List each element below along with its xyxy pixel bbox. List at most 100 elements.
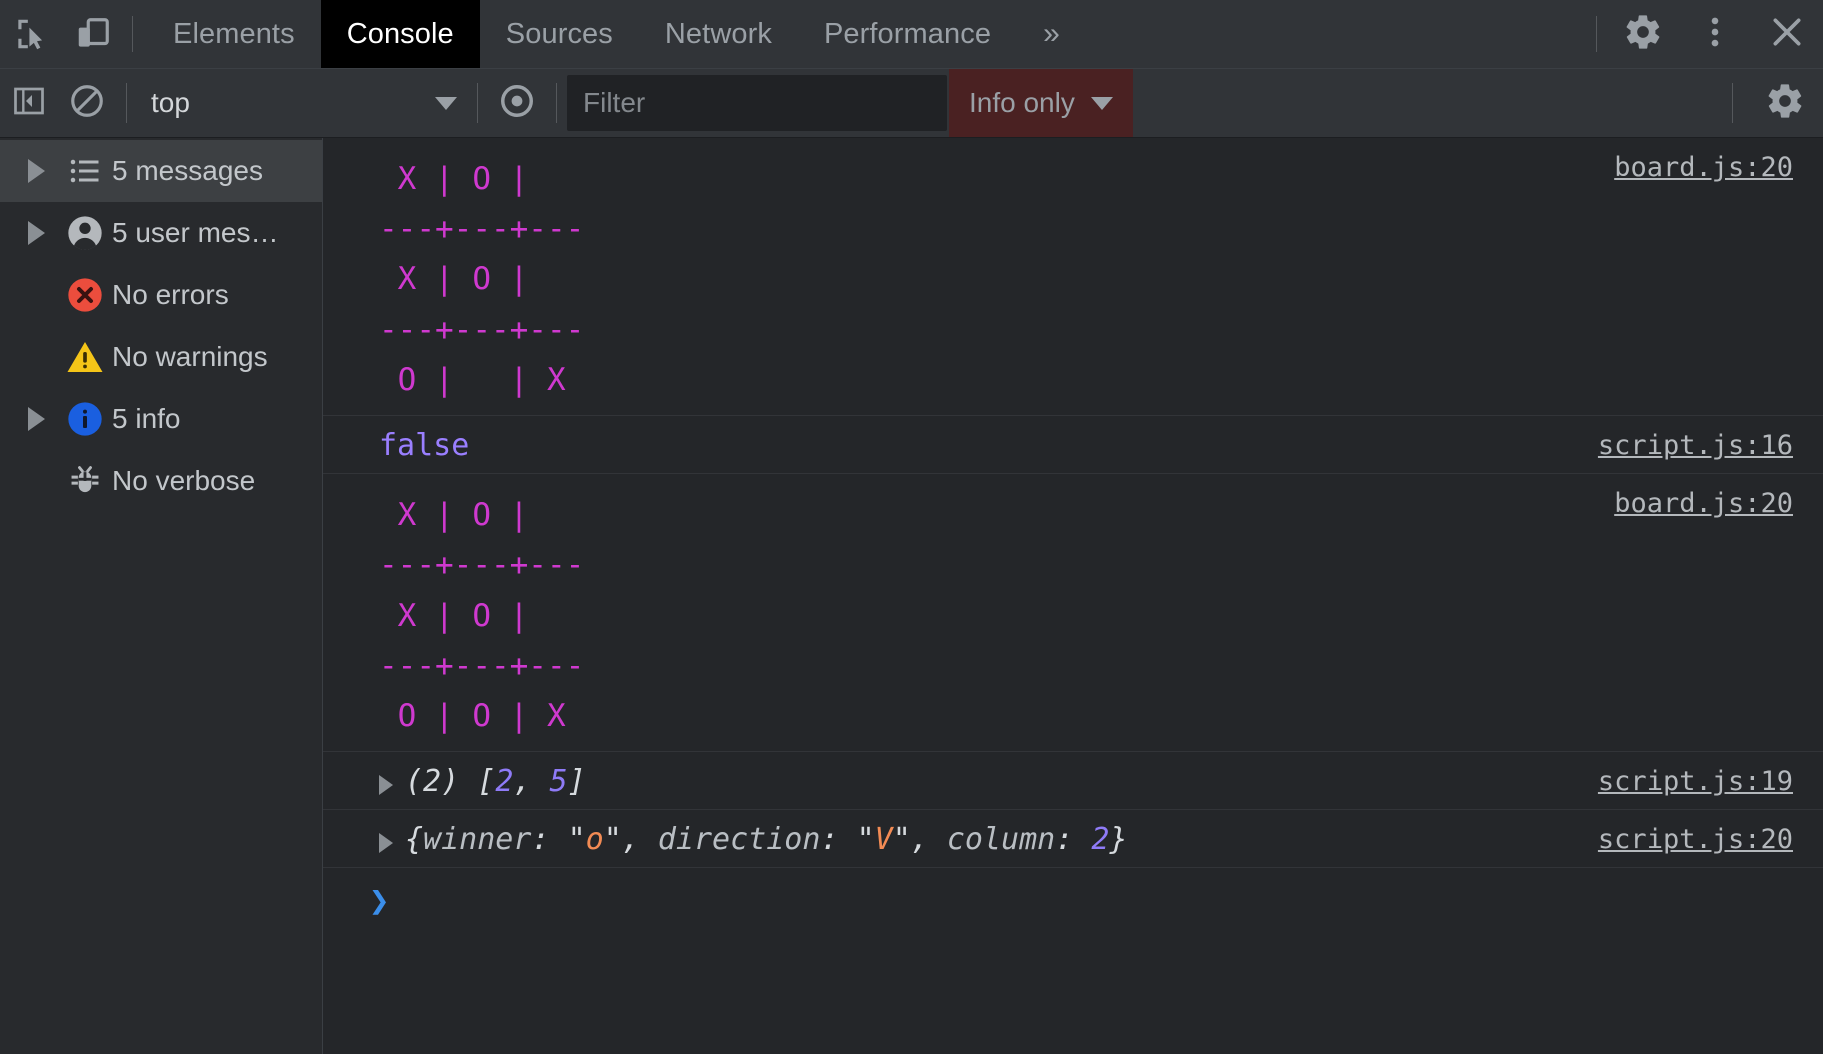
prompt-chevron-icon: ❯: [369, 884, 389, 918]
message-content: X | O | ---+---+--- X | O | ---+---+--- …: [323, 148, 1614, 405]
actions-divider: [1596, 16, 1597, 52]
sidebar-item-verbose[interactable]: No verbose: [0, 450, 322, 512]
toggle-device-toolbar-button[interactable]: [62, 0, 124, 68]
error-icon: [58, 275, 112, 315]
expand-arrow-icon[interactable]: [14, 159, 58, 183]
array-item-1: 5: [550, 764, 568, 799]
expand-arrow-icon[interactable]: [14, 407, 58, 431]
device-toolbar-icon: [74, 15, 112, 53]
brace-close: }: [1109, 822, 1127, 857]
console-prompt[interactable]: ❯: [323, 868, 1823, 918]
object-key-0: winner: [423, 822, 531, 857]
tab-bar-actions: [1592, 0, 1823, 68]
toolbar-divider: [132, 16, 133, 52]
more-options-button[interactable]: [1679, 0, 1751, 68]
clear-console-icon: [68, 82, 106, 125]
toggle-console-sidebar-button[interactable]: [0, 69, 58, 137]
gear-icon: [1765, 81, 1805, 126]
tab-sources[interactable]: Sources: [480, 0, 639, 68]
warning-icon: [58, 337, 112, 377]
expand-arrow-icon[interactable]: [379, 833, 393, 853]
sidebar-item-errors[interactable]: No errors: [0, 264, 322, 326]
sidebar-item-label: No verbose: [112, 465, 255, 497]
boolean-value: false: [379, 426, 1598, 463]
tictactoe-board: X | O | ---+---+--- X | O | ---+---+--- …: [379, 484, 1614, 741]
clear-console-button[interactable]: [58, 69, 116, 137]
message-content: (2) [ 2 , 5 ]: [323, 762, 1598, 799]
three-dot-menu-icon: [1696, 13, 1734, 56]
array-length: (2): [405, 764, 459, 799]
toolbar-divider: [1732, 83, 1733, 123]
console-message-board-2[interactable]: X | O | ---+---+--- X | O | ---+---+--- …: [323, 474, 1823, 752]
chevron-down-icon: [435, 97, 457, 110]
expand-arrow-icon[interactable]: [379, 775, 393, 795]
console-settings-button[interactable]: [1747, 69, 1823, 137]
log-level-label: Info only: [969, 87, 1075, 119]
console-sidebar: 5 messages 5 user mes…: [0, 138, 323, 1054]
console-message-object[interactable]: { winner : "o" , direction : "V" , colum…: [323, 810, 1823, 868]
sidebar-item-user-messages[interactable]: 5 user mes…: [0, 202, 322, 264]
tab-performance[interactable]: Performance: [798, 0, 1017, 68]
tictactoe-board: X | O | ---+---+--- X | O | ---+---+--- …: [379, 148, 1614, 405]
close-devtools-button[interactable]: [1751, 0, 1823, 68]
log-level-dropdown[interactable]: Info only: [949, 69, 1133, 137]
toolbar-divider: [477, 83, 478, 123]
list-icon: [58, 153, 112, 189]
source-link[interactable]: script.js:16: [1598, 426, 1823, 461]
source-link[interactable]: script.js:19: [1598, 762, 1823, 797]
source-link[interactable]: board.js:20: [1614, 484, 1823, 519]
expand-arrow-icon[interactable]: [14, 221, 58, 245]
devtools-tab-bar: Elements Console Sources Network Perform…: [0, 0, 1823, 69]
settings-button[interactable]: [1607, 0, 1679, 68]
console-toolbar-right: [1718, 69, 1823, 137]
brace-open: {: [405, 822, 423, 857]
array-item-0: 2: [495, 764, 513, 799]
bug-icon: [58, 462, 112, 500]
object-key-2: column: [947, 822, 1055, 857]
message-content: { winner : "o" , direction : "V" , colum…: [323, 820, 1598, 857]
bracket-open: [: [477, 764, 495, 799]
object-value-1: V: [875, 822, 893, 857]
sidebar-item-info[interactable]: 5 info: [0, 388, 322, 450]
bracket-close: ]: [568, 764, 586, 799]
close-icon: [1767, 12, 1807, 57]
console-message-array[interactable]: (2) [ 2 , 5 ] script.js:19: [323, 752, 1823, 810]
devtools-window: Elements Console Sources Network Perform…: [0, 0, 1823, 1054]
person-icon: [58, 213, 112, 253]
console-message-list[interactable]: X | O | ---+---+--- X | O | ---+---+--- …: [323, 138, 1823, 1054]
execution-context-selector[interactable]: top: [137, 77, 467, 129]
tab-elements[interactable]: Elements: [147, 0, 321, 68]
toolbar-divider: [126, 83, 127, 123]
filter-input[interactable]: [567, 75, 947, 131]
object-value-2: 2: [1091, 822, 1109, 857]
more-tabs-button[interactable]: »: [1017, 0, 1086, 68]
source-link[interactable]: script.js:20: [1598, 820, 1823, 855]
console-message-board-1[interactable]: X | O | ---+---+--- X | O | ---+---+--- …: [323, 138, 1823, 416]
source-link[interactable]: board.js:20: [1614, 148, 1823, 183]
tab-network[interactable]: Network: [639, 0, 798, 68]
object-preview: { winner : "o" , direction : "V" , colum…: [379, 820, 1598, 857]
live-expression-button[interactable]: [488, 69, 546, 137]
console-toolbar: top Info only: [0, 69, 1823, 138]
sidebar-item-messages[interactable]: 5 messages: [0, 140, 322, 202]
sidebar-item-label: 5 user mes…: [112, 217, 279, 249]
toolbar-divider: [556, 83, 557, 123]
tab-console[interactable]: Console: [321, 0, 480, 68]
console-body: 5 messages 5 user mes…: [0, 138, 1823, 1054]
sidebar-item-label: No warnings: [112, 341, 268, 373]
sidebar-item-label: 5 messages: [112, 155, 263, 187]
console-message-boolean[interactable]: false script.js:16: [323, 416, 1823, 474]
message-content: X | O | ---+---+--- X | O | ---+---+--- …: [323, 484, 1614, 741]
inspect-element-button[interactable]: [0, 0, 62, 68]
sidebar-toggle-icon: [11, 83, 47, 124]
gear-icon: [1623, 12, 1663, 57]
live-expression-icon: [498, 82, 536, 125]
chevron-down-icon: [1091, 97, 1113, 110]
sidebar-item-label: 5 info: [112, 403, 181, 435]
sidebar-item-label: No errors: [112, 279, 229, 311]
panel-tabs: Elements Console Sources Network Perform…: [147, 0, 1086, 68]
sidebar-item-warnings[interactable]: No warnings: [0, 326, 322, 388]
info-icon: [58, 399, 112, 439]
message-content: false: [323, 426, 1598, 463]
execution-context-label: top: [151, 87, 435, 119]
